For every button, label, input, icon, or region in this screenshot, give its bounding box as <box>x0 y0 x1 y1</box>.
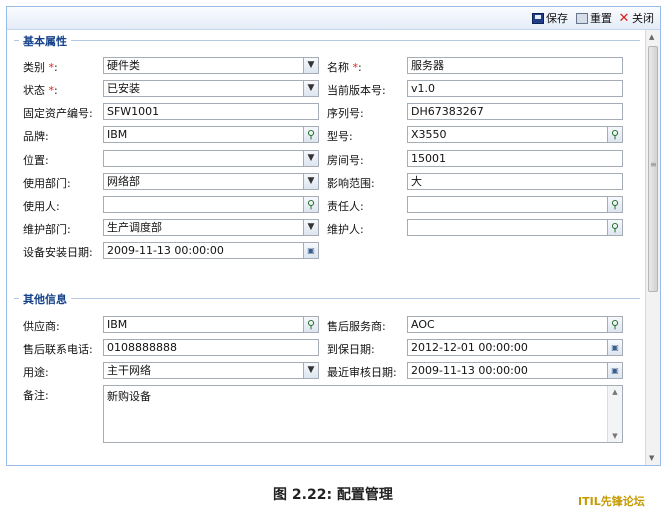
basic-properties-legend: 基本属性 <box>19 33 71 49</box>
watermark: ITIL先锋论坛 <box>578 495 645 508</box>
calendar-icon[interactable]: ▣ <box>607 340 622 355</box>
calendar-icon[interactable]: ▣ <box>303 243 318 258</box>
user-field[interactable]: ⚲ <box>103 196 319 213</box>
department-select[interactable]: 网络部 ▼ <box>103 173 319 190</box>
location-label: 位置: <box>23 154 49 167</box>
audit-date-label: 最近审核日期: <box>327 366 397 379</box>
impact-label: 影响范围: <box>327 177 375 190</box>
close-icon: ✕ <box>618 10 630 26</box>
brand-field[interactable]: IBM ⚲ <box>103 126 319 143</box>
version-label: 当前版本号: <box>327 84 386 97</box>
asset-number-field[interactable]: SFW1001 <box>103 103 319 120</box>
chevron-down-icon[interactable]: ▼ <box>303 363 318 378</box>
chevron-down-icon[interactable]: ▼ <box>303 58 318 73</box>
room-label: 房间号: <box>327 154 364 167</box>
remark-label: 备注: <box>23 389 49 402</box>
search-icon[interactable]: ⚲ <box>303 127 318 142</box>
figure-caption: 图 2.22: 配置管理 <box>273 487 393 503</box>
close-button[interactable]: ✕ 关闭 <box>618 10 654 26</box>
scrollbar-grip-icon: ≡ <box>650 160 657 169</box>
model-label: 型号: <box>327 130 353 143</box>
scroll-down-icon[interactable]: ▼ <box>608 430 622 442</box>
brand-label: 品牌: <box>23 130 49 143</box>
calendar-icon[interactable]: ▣ <box>607 363 622 378</box>
owner-field[interactable]: ⚲ <box>407 196 623 213</box>
save-button[interactable]: 保存 <box>532 11 568 25</box>
usage-label: 用途: <box>23 366 49 379</box>
status-select[interactable]: 已安装 ▼ <box>103 80 319 97</box>
user-label: 使用人: <box>23 200 60 213</box>
reset-icon <box>576 12 588 24</box>
serial-label: 序列号: <box>327 107 364 120</box>
chevron-down-icon[interactable]: ▼ <box>303 174 318 189</box>
name-field[interactable]: 服务器 <box>407 57 623 74</box>
scroll-up-icon[interactable]: ▲ <box>608 386 622 398</box>
room-field[interactable]: 15001 <box>407 150 623 167</box>
version-field[interactable]: v1.0 <box>407 80 623 97</box>
reset-button[interactable]: 重置 <box>576 11 612 25</box>
chevron-down-icon[interactable]: ▼ <box>303 81 318 96</box>
maintainer-label: 维护人: <box>327 223 364 236</box>
impact-field[interactable]: 大 <box>407 173 623 190</box>
service-phone-label: 售后联系电话: <box>23 343 93 356</box>
maintenance-dept-label: 维护部门: <box>23 223 71 236</box>
department-label: 使用部门: <box>23 177 71 190</box>
remark-textarea[interactable]: 新购设备 ▲ ▼ <box>103 385 623 443</box>
supplier-label: 供应商: <box>23 320 60 333</box>
service-provider-field[interactable]: AOC ⚲ <box>407 316 623 333</box>
scroll-up-icon[interactable]: ▲ <box>649 33 654 41</box>
save-icon <box>532 12 544 24</box>
warranty-date-field[interactable]: 2012-12-01 00:00:00 ▣ <box>407 339 623 356</box>
category-select[interactable]: 硬件类 ▼ <box>103 57 319 74</box>
service-phone-field[interactable]: 0108888888 <box>103 339 319 356</box>
chevron-down-icon[interactable]: ▼ <box>303 151 318 166</box>
usage-select[interactable]: 主干网络 ▼ <box>103 362 319 379</box>
asset-number-label: 固定资产编号: <box>23 107 93 120</box>
other-info-legend: 其他信息 <box>19 291 71 307</box>
config-form-window: 保存 重置 ✕ 关闭 基本属性 类别 *: 硬件类 ▼ 名称 *: 服务器 状态 … <box>6 6 661 466</box>
remark-scrollbar[interactable]: ▲ ▼ <box>607 386 622 442</box>
model-field[interactable]: X3550 ⚲ <box>407 126 623 143</box>
maintainer-field[interactable]: ⚲ <box>407 219 623 236</box>
category-label: 类别 *: <box>23 61 58 74</box>
audit-date-field[interactable]: 2009-11-13 00:00:00 ▣ <box>407 362 623 379</box>
scroll-down-icon[interactable]: ▼ <box>649 454 654 462</box>
form-content: 基本属性 类别 *: 硬件类 ▼ 名称 *: 服务器 状态 *: 已安装 ▼ 当前版… <box>7 30 645 465</box>
maintenance-dept-select[interactable]: 生产调度部 ▼ <box>103 219 319 236</box>
owner-label: 责任人: <box>327 200 364 213</box>
search-icon[interactable]: ⚲ <box>303 317 318 332</box>
chevron-down-icon[interactable]: ▼ <box>303 220 318 235</box>
search-icon[interactable]: ⚲ <box>607 317 622 332</box>
form-scrollbar[interactable]: ▲ ≡ ▼ <box>645 30 660 465</box>
supplier-field[interactable]: IBM ⚲ <box>103 316 319 333</box>
status-label: 状态 *: <box>23 84 58 97</box>
scrollbar-thumb[interactable] <box>648 46 658 292</box>
serial-field[interactable]: DH67383267 <box>407 103 623 120</box>
name-label: 名称 *: <box>327 61 362 74</box>
location-select[interactable]: ▼ <box>103 150 319 167</box>
search-icon[interactable]: ⚲ <box>607 127 622 142</box>
search-icon[interactable]: ⚲ <box>303 197 318 212</box>
search-icon[interactable]: ⚲ <box>607 220 622 235</box>
service-provider-label: 售后服务商: <box>327 320 386 333</box>
warranty-date-label: 到保日期: <box>327 343 375 356</box>
toolbar: 保存 重置 ✕ 关闭 <box>7 7 660 30</box>
search-icon[interactable]: ⚲ <box>607 197 622 212</box>
install-date-field[interactable]: 2009-11-13 00:00:00 ▣ <box>103 242 319 259</box>
install-date-label: 设备安装日期: <box>23 246 93 259</box>
